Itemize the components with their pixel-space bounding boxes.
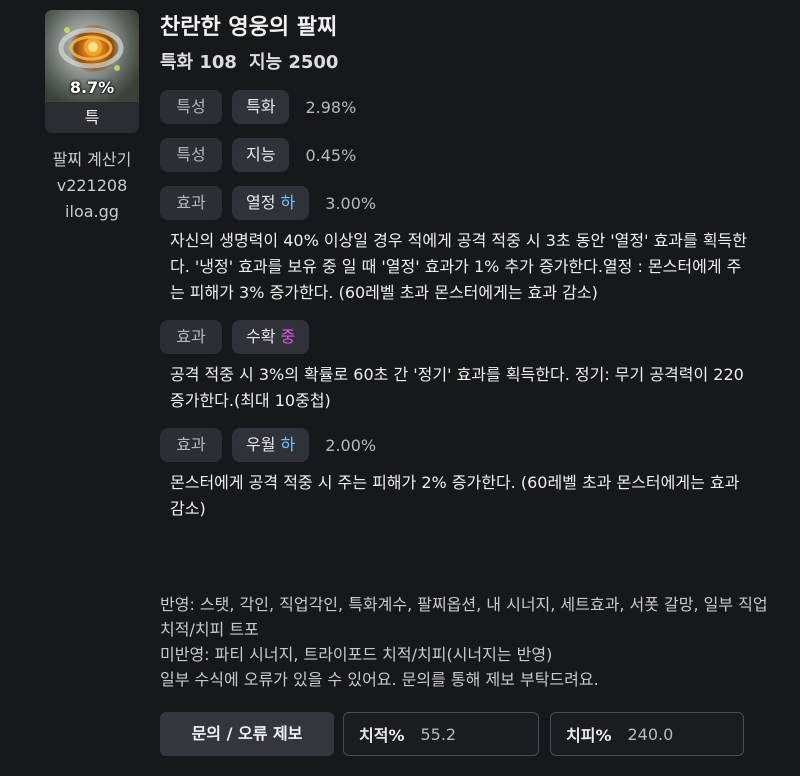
item-quality-percent: 8.7% <box>69 78 115 97</box>
effect-level: 하 <box>280 193 296 212</box>
crit-rate-field: 치적% <box>343 712 539 756</box>
calculator-name: 팔찌 계산기 <box>52 150 132 169</box>
calculator-info: 팔찌 계산기 v221208 iloa.gg <box>45 147 139 225</box>
option-row: 효과 우월 하 2.00% <box>160 428 770 462</box>
option-row: 효과 수확 중 <box>160 320 770 354</box>
effect-description: 자신의 생명력이 40% 이상일 경우 적에게 공격 적중 시 3초 동안 '열… <box>170 231 747 302</box>
calculator-notes: 반영: 스탯, 각인, 직업각인, 특화계수, 팔찌옵션, 내 시너지, 세트효… <box>160 592 770 692</box>
option-type-chip: 특성 <box>160 138 222 172</box>
effect-name: 열정 <box>246 193 276 212</box>
stat-specialization: 특화 108 <box>160 52 237 73</box>
option-name-chip: 특화 <box>232 90 290 124</box>
item-thumbnail: 8.7% 특 <box>45 10 139 133</box>
crit-rate-label: 치적% <box>359 726 405 745</box>
crit-damage-field: 치피% <box>550 712 744 756</box>
notes-not-applied: 미반영: 파티 시너지, 트라이포드 치적/치피(시너지는 반영) <box>160 645 553 664</box>
item-details: 찬란한 영웅의 팔찌 특화 108 지능 2500 특성 특화 2.98% 특성 … <box>160 12 770 522</box>
effect-level: 하 <box>280 435 296 454</box>
calculator-site: iloa.gg <box>65 202 119 221</box>
item-panel: 8.7% 특 팔찌 계산기 v221208 iloa.gg <box>45 10 139 225</box>
option-value: 0.45% <box>305 145 357 165</box>
item-grade: 특 <box>45 103 139 133</box>
option-name-chip: 수확 중 <box>232 320 310 354</box>
option-name-chip: 열정 하 <box>232 186 310 220</box>
option-name-chip: 지능 <box>232 138 290 172</box>
stat-intelligence: 지능 2500 <box>248 52 339 73</box>
crit-damage-input[interactable] <box>625 723 720 745</box>
option-row: 특성 지능 0.45% <box>160 138 770 172</box>
option-name-chip: 우월 하 <box>232 428 310 462</box>
option-type-chip: 효과 <box>160 186 222 220</box>
effect-name: 우월 <box>246 435 276 454</box>
effect-description: 공격 적중 시 3%의 확률로 60초 간 '정기' 효과를 획득한다. 정기:… <box>170 365 744 410</box>
effect-description: 몬스터에게 공격 적중 시 주는 피해가 2% 증가한다. (60레벨 초과 몬… <box>170 473 740 518</box>
option-row: 효과 열정 하 3.00% <box>160 186 770 220</box>
calculator-version: v221208 <box>56 176 128 195</box>
option-value: 2.98% <box>305 97 357 117</box>
item-stats: 특화 108 지능 2500 <box>160 48 770 78</box>
option-row: 특성 특화 2.98% <box>160 90 770 124</box>
option-value: 3.00% <box>325 193 377 213</box>
option-type-chip: 특성 <box>160 90 222 124</box>
crit-rate-input[interactable] <box>418 723 513 745</box>
crit-damage-label: 치피% <box>566 726 612 745</box>
item-title: 찬란한 영웅의 팔찌 <box>160 15 338 40</box>
effect-level: 중 <box>280 327 296 346</box>
notes-disclaimer: 일부 수식에 오류가 있을 수 있어요. 문의를 통해 제보 부탁드려요. <box>160 670 599 689</box>
option-type-chip: 효과 <box>160 428 222 462</box>
option-type-chip: 효과 <box>160 320 222 354</box>
option-value: 2.00% <box>325 435 377 455</box>
notes-applied: 반영: 스탯, 각인, 직업각인, 특화계수, 팔찌옵션, 내 시너지, 세트효… <box>160 595 768 639</box>
report-error-button[interactable]: 문의 / 오류 제보 <box>160 712 334 756</box>
effect-name: 수확 <box>246 327 276 346</box>
